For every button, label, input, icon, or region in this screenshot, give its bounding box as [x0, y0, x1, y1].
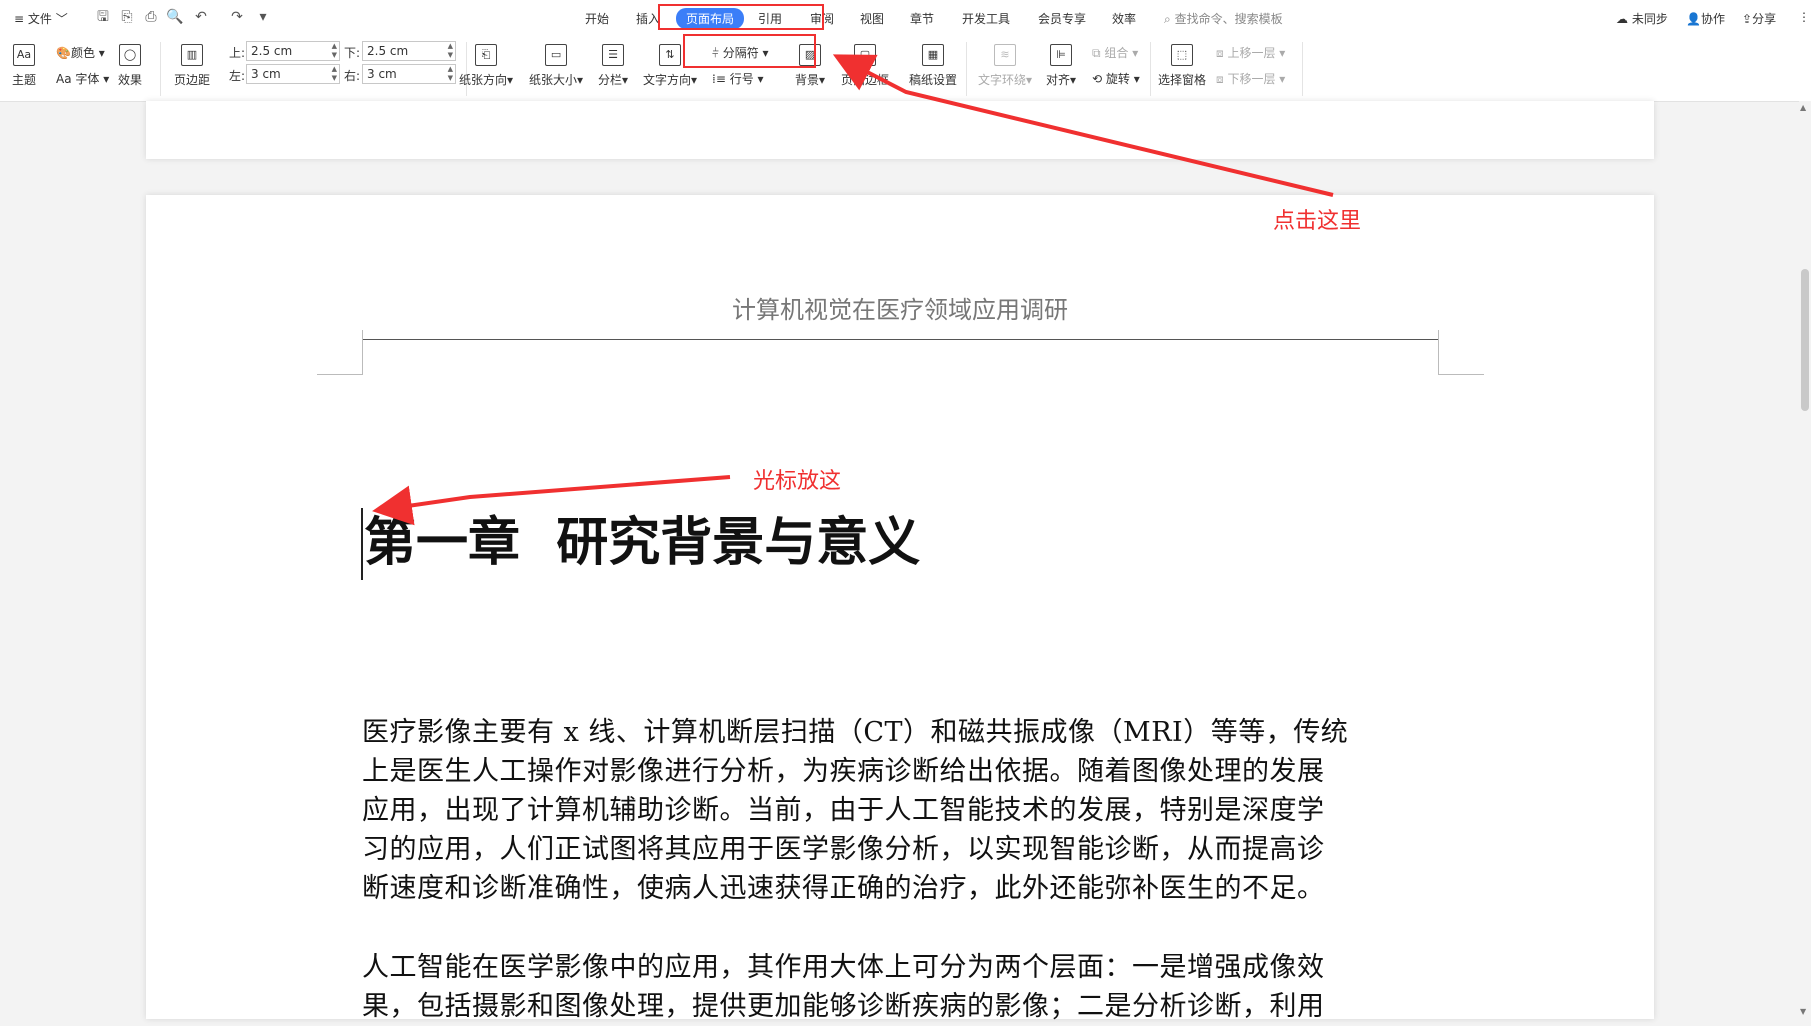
annotation-click-here: 点击这里 — [1273, 209, 1362, 234]
arrow-to-cursor — [372, 475, 731, 526]
arrow-to-separator — [832, 54, 1334, 197]
annotation-cursor-here: 光标放这 — [753, 469, 842, 494]
annotation-arrows — [372, 54, 1334, 526]
